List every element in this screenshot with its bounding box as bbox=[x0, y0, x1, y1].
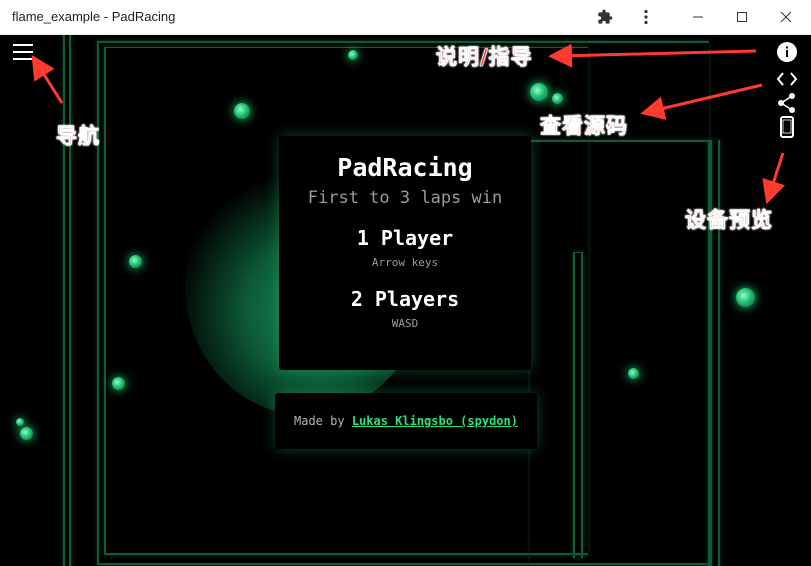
arrow-to-code bbox=[640, 83, 763, 120]
arrow-to-menu bbox=[31, 54, 64, 104]
arrow-to-phone bbox=[762, 152, 786, 205]
annotation-arrows bbox=[31, 43, 786, 205]
extensions-icon[interactable] bbox=[590, 0, 620, 34]
window-title: flame_example - PadRacing bbox=[12, 9, 176, 24]
maximize-icon[interactable] bbox=[720, 0, 764, 34]
game-canvas[interactable]: PadRacing First to 3 laps win 1 Player A… bbox=[0, 35, 811, 566]
window-titlebar: flame_example - PadRacing bbox=[0, 0, 811, 35]
close-icon[interactable] bbox=[764, 0, 808, 34]
arrow-to-info bbox=[548, 43, 757, 68]
more-vert-icon[interactable] bbox=[632, 0, 660, 34]
minimize-icon[interactable] bbox=[676, 0, 720, 34]
